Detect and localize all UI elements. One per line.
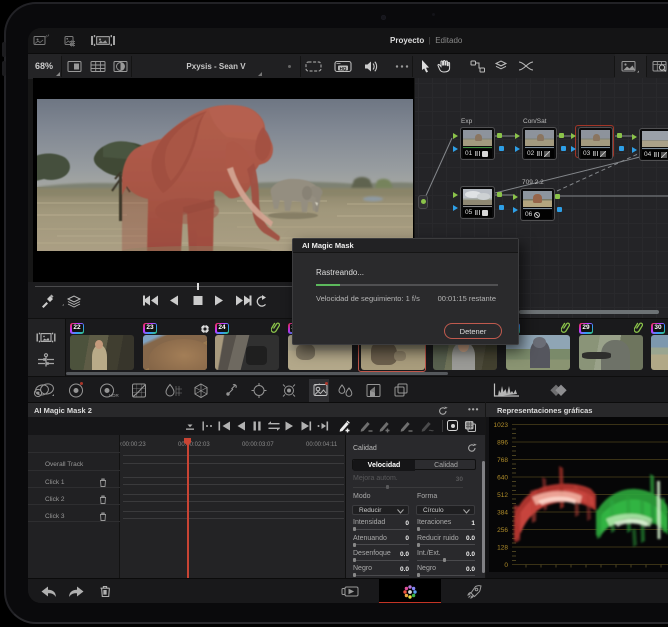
svg-text:896: 896 xyxy=(497,440,508,447)
svg-text:256: 256 xyxy=(497,527,508,534)
svg-text:384: 384 xyxy=(497,510,508,517)
svg-text:768: 768 xyxy=(497,457,508,464)
svg-text:640: 640 xyxy=(497,475,508,482)
svg-text:1023: 1023 xyxy=(494,422,509,429)
svg-text:512: 512 xyxy=(497,492,508,499)
svg-text:HDR: HDR xyxy=(109,393,119,398)
svg-text:0: 0 xyxy=(504,562,508,569)
svg-text:128: 128 xyxy=(497,545,508,552)
svg-text:HQ: HQ xyxy=(340,66,347,71)
